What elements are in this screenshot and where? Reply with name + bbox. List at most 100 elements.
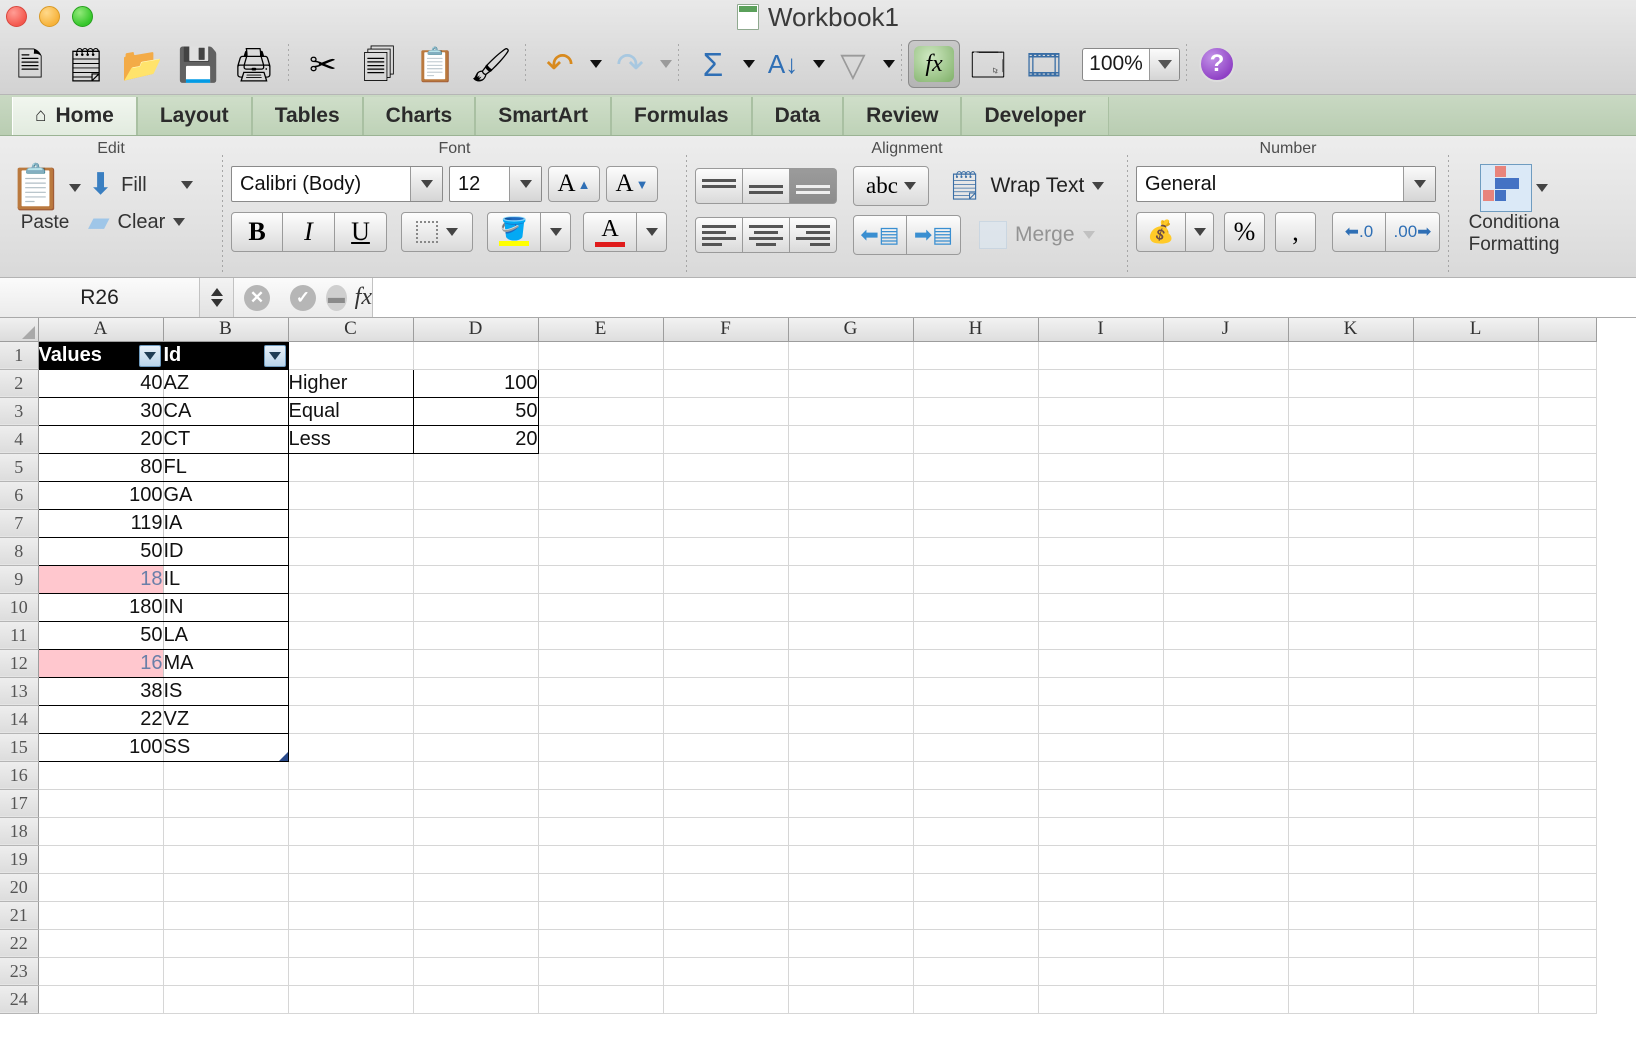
cell-l24[interactable] bbox=[1413, 985, 1538, 1013]
row-header-24[interactable]: 24 bbox=[0, 985, 38, 1013]
cell-h13[interactable] bbox=[913, 677, 1038, 705]
cell-m4[interactable] bbox=[1538, 425, 1596, 453]
cell-a23[interactable] bbox=[38, 957, 163, 985]
cell-f16[interactable] bbox=[663, 761, 788, 789]
toolbox-button[interactable]: 🗔 bbox=[960, 38, 1016, 90]
column-header-m-partial[interactable] bbox=[1538, 318, 1596, 341]
cell-g20[interactable] bbox=[788, 873, 913, 901]
tab-smartart[interactable]: SmartArt bbox=[475, 97, 611, 135]
cell-a17[interactable] bbox=[38, 789, 163, 817]
row-header-22[interactable]: 22 bbox=[0, 929, 38, 957]
cell-e18[interactable] bbox=[538, 817, 663, 845]
cell-a16[interactable] bbox=[38, 761, 163, 789]
cell-c12[interactable] bbox=[288, 649, 413, 677]
cell-b17[interactable] bbox=[163, 789, 288, 817]
cell-m11[interactable] bbox=[1538, 621, 1596, 649]
cell-h23[interactable] bbox=[913, 957, 1038, 985]
undo-dropdown-caret-icon[interactable] bbox=[590, 60, 602, 68]
cell-d20[interactable] bbox=[413, 873, 538, 901]
cell-k7[interactable] bbox=[1288, 509, 1413, 537]
cell-g16[interactable] bbox=[788, 761, 913, 789]
orientation-button[interactable]: abc bbox=[853, 166, 929, 206]
cell-m3[interactable] bbox=[1538, 397, 1596, 425]
percent-format-button[interactable]: % bbox=[1224, 212, 1265, 252]
cell-k2[interactable] bbox=[1288, 369, 1413, 397]
cell-l2[interactable] bbox=[1413, 369, 1538, 397]
align-right-button[interactable] bbox=[790, 217, 837, 253]
cell-j12[interactable] bbox=[1163, 649, 1288, 677]
cell-c24[interactable] bbox=[288, 985, 413, 1013]
row-header-1[interactable]: 1 bbox=[0, 341, 38, 369]
cell-b1[interactable]: Id bbox=[163, 341, 288, 369]
cell-h7[interactable] bbox=[913, 509, 1038, 537]
cell-j14[interactable] bbox=[1163, 705, 1288, 733]
cell-b18[interactable] bbox=[163, 817, 288, 845]
cell-l6[interactable] bbox=[1413, 481, 1538, 509]
cell-e13[interactable] bbox=[538, 677, 663, 705]
cell-d1[interactable] bbox=[413, 341, 538, 369]
cell-m9[interactable] bbox=[1538, 565, 1596, 593]
cell-g12[interactable] bbox=[788, 649, 913, 677]
cell-c2[interactable]: Higher bbox=[288, 369, 413, 397]
increase-decimal-button[interactable]: .00➡ bbox=[1386, 212, 1440, 252]
cell-g24[interactable] bbox=[788, 985, 913, 1013]
cell-h9[interactable] bbox=[913, 565, 1038, 593]
cell-f19[interactable] bbox=[663, 845, 788, 873]
cell-g13[interactable] bbox=[788, 677, 913, 705]
cell-f4[interactable] bbox=[663, 425, 788, 453]
cell-j7[interactable] bbox=[1163, 509, 1288, 537]
cell-i2[interactable] bbox=[1038, 369, 1163, 397]
cell-i4[interactable] bbox=[1038, 425, 1163, 453]
cell-f10[interactable] bbox=[663, 593, 788, 621]
cell-f15[interactable] bbox=[663, 733, 788, 761]
autosum-dropdown-caret-icon[interactable] bbox=[743, 60, 755, 68]
cell-g5[interactable] bbox=[788, 453, 913, 481]
cell-l1[interactable] bbox=[1413, 341, 1538, 369]
cell-f1[interactable] bbox=[663, 341, 788, 369]
cell-k18[interactable] bbox=[1288, 817, 1413, 845]
cell-e24[interactable] bbox=[538, 985, 663, 1013]
row-header-15[interactable]: 15 bbox=[0, 733, 38, 761]
copy-button[interactable]: 🗐 bbox=[351, 38, 407, 90]
tab-home[interactable]: ⌂ Home bbox=[12, 97, 137, 135]
cell-d2[interactable]: 100 bbox=[413, 369, 538, 397]
cell-j24[interactable] bbox=[1163, 985, 1288, 1013]
cell-k16[interactable] bbox=[1288, 761, 1413, 789]
formula-input[interactable] bbox=[372, 278, 1636, 317]
name-box[interactable]: R26 bbox=[0, 278, 200, 317]
cell-f5[interactable] bbox=[663, 453, 788, 481]
cancel-formula-button[interactable]: ✕ bbox=[234, 278, 280, 317]
column-header-h[interactable]: H bbox=[913, 318, 1038, 341]
column-header-b[interactable]: B bbox=[163, 318, 288, 341]
cell-i7[interactable] bbox=[1038, 509, 1163, 537]
row-header-14[interactable]: 14 bbox=[0, 705, 38, 733]
cell-i3[interactable] bbox=[1038, 397, 1163, 425]
cell-g18[interactable] bbox=[788, 817, 913, 845]
cell-l11[interactable] bbox=[1413, 621, 1538, 649]
column-header-f[interactable]: F bbox=[663, 318, 788, 341]
autosum-button[interactable]: Σ bbox=[685, 38, 741, 90]
cell-m17[interactable] bbox=[1538, 789, 1596, 817]
cell-j1[interactable] bbox=[1163, 341, 1288, 369]
column-header-k[interactable]: K bbox=[1288, 318, 1413, 341]
cell-a8[interactable]: 50 bbox=[38, 537, 163, 565]
cell-b9[interactable]: IL bbox=[163, 565, 288, 593]
cell-e7[interactable] bbox=[538, 509, 663, 537]
new-from-template-button[interactable]: 🗒 bbox=[58, 38, 114, 90]
cell-f23[interactable] bbox=[663, 957, 788, 985]
cell-h3[interactable] bbox=[913, 397, 1038, 425]
cell-c8[interactable] bbox=[288, 537, 413, 565]
cell-d9[interactable] bbox=[413, 565, 538, 593]
cell-c3[interactable]: Equal bbox=[288, 397, 413, 425]
align-bottom-button[interactable] bbox=[790, 168, 837, 204]
borders-button[interactable] bbox=[401, 212, 473, 252]
comma-format-button[interactable]: , bbox=[1275, 212, 1316, 252]
cell-i8[interactable] bbox=[1038, 537, 1163, 565]
cell-b19[interactable] bbox=[163, 845, 288, 873]
cell-h21[interactable] bbox=[913, 901, 1038, 929]
row-header-8[interactable]: 8 bbox=[0, 537, 38, 565]
cell-m8[interactable] bbox=[1538, 537, 1596, 565]
cell-b4[interactable]: CT bbox=[163, 425, 288, 453]
cell-j11[interactable] bbox=[1163, 621, 1288, 649]
cell-a13[interactable]: 38 bbox=[38, 677, 163, 705]
